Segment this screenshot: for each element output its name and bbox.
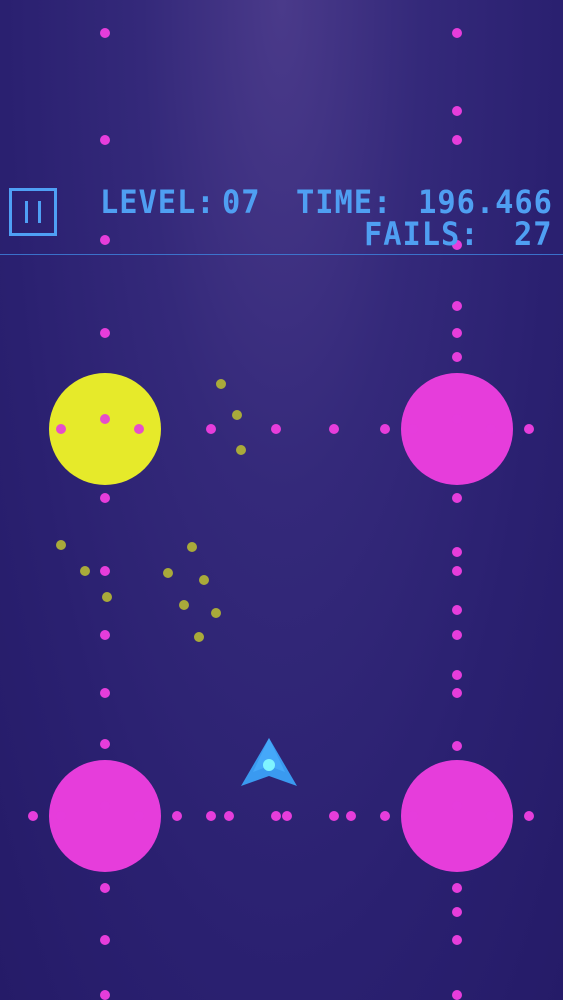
orb-dot	[408, 811, 418, 821]
debris-dot	[232, 410, 242, 420]
track-dot	[329, 811, 339, 821]
track-dot	[100, 28, 110, 38]
debris-dot	[80, 566, 90, 576]
track-dot	[206, 424, 216, 434]
track-dot	[452, 990, 462, 1000]
track-dot	[100, 235, 110, 245]
track-dot	[452, 301, 462, 311]
track-dot	[524, 424, 534, 434]
track-dot	[100, 739, 110, 749]
debris-dot	[187, 542, 197, 552]
track-dot	[380, 811, 390, 821]
track-dot	[452, 352, 462, 362]
orb-dot	[56, 811, 66, 821]
level-value: 07	[222, 183, 261, 221]
orbs	[49, 373, 513, 872]
track-dot	[452, 883, 462, 893]
track-dot	[224, 811, 234, 821]
track-dot	[452, 741, 462, 751]
pause-button[interactable]	[9, 188, 57, 236]
track-dot	[282, 811, 292, 821]
debris-dot	[211, 608, 221, 618]
hud-divider	[0, 254, 563, 255]
time-value: 196.466	[418, 183, 553, 221]
track-dot	[524, 811, 534, 821]
orb-dot	[100, 801, 110, 811]
track-dot	[100, 883, 110, 893]
track-dot	[452, 566, 462, 576]
track-dot	[452, 688, 462, 698]
track-dot	[346, 811, 356, 821]
ship-core	[263, 759, 275, 771]
debris-dot	[194, 632, 204, 642]
track-dot	[329, 424, 339, 434]
track-dot	[206, 811, 216, 821]
track-dot	[100, 135, 110, 145]
track-dot	[380, 424, 390, 434]
debris-dot	[199, 575, 209, 585]
track-dot	[271, 424, 281, 434]
orb-dot	[486, 811, 496, 821]
orb-dot	[56, 424, 66, 434]
debris-dot	[236, 445, 246, 455]
track-dot	[100, 935, 110, 945]
orb-dot	[100, 414, 110, 424]
debris-dot	[216, 379, 226, 389]
track-dot	[452, 106, 462, 116]
track-dot	[100, 328, 110, 338]
track-dot	[100, 566, 110, 576]
pause-icon-bar-right	[38, 201, 41, 223]
orb-dot	[134, 811, 144, 821]
track-dot	[452, 907, 462, 917]
debris-dot	[102, 592, 112, 602]
fails-label: FAILS:	[364, 215, 480, 253]
track-dot	[452, 28, 462, 38]
track-dot	[271, 811, 281, 821]
fails-value: 27	[514, 215, 553, 253]
debris-dot	[163, 568, 173, 578]
track-dot	[100, 688, 110, 698]
pause-icon-bar-left	[25, 201, 28, 223]
level-label: LEVEL:	[100, 183, 216, 221]
game-field	[28, 28, 534, 1000]
time-label: TIME:	[296, 183, 393, 221]
track-dot	[100, 493, 110, 503]
track-dot	[452, 605, 462, 615]
debris-dot	[56, 540, 66, 550]
track-dot	[452, 328, 462, 338]
orb-dot	[452, 801, 462, 811]
track-dot	[28, 811, 38, 821]
track-dot	[452, 135, 462, 145]
orb-dot	[134, 424, 144, 434]
track-dot	[452, 670, 462, 680]
track-dot	[172, 811, 182, 821]
track-dot	[452, 493, 462, 503]
orb-dot	[486, 424, 496, 434]
orb-dot	[452, 414, 462, 424]
track-dot	[452, 935, 462, 945]
track-dot	[100, 990, 110, 1000]
debris-dot	[179, 600, 189, 610]
track-dot	[100, 630, 110, 640]
track-dot	[452, 547, 462, 557]
track-dot	[452, 630, 462, 640]
orb-dot	[408, 424, 418, 434]
player-ship[interactable]	[241, 738, 297, 786]
